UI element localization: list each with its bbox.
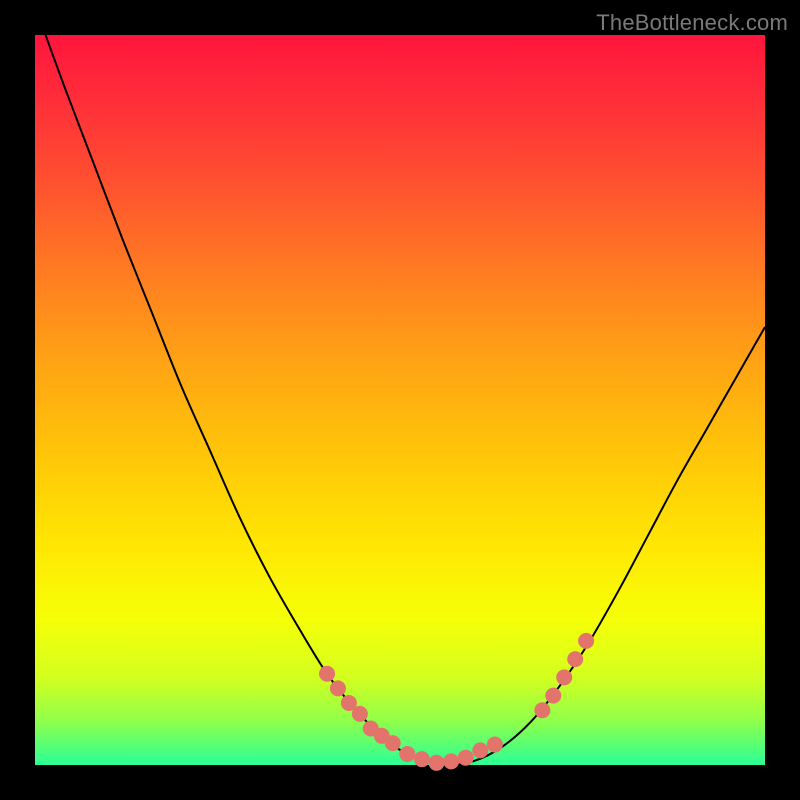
marker-left-cluster <box>385 735 401 751</box>
marker-right-cluster <box>567 651 583 667</box>
watermark-text: TheBottleneck.com <box>596 10 788 36</box>
marker-left-cluster <box>330 680 346 696</box>
marker-bottom-cluster <box>443 753 459 769</box>
marker-left-cluster <box>319 666 335 682</box>
data-markers <box>319 633 594 771</box>
marker-bottom-cluster <box>487 737 503 753</box>
chart-overlay-svg <box>35 35 765 765</box>
marker-left-cluster <box>352 706 368 722</box>
marker-right-cluster <box>534 702 550 718</box>
marker-bottom-cluster <box>472 742 488 758</box>
chart-container <box>35 35 765 765</box>
marker-right-cluster <box>578 633 594 649</box>
bottleneck-curve <box>35 6 765 765</box>
marker-right-cluster <box>545 688 561 704</box>
marker-bottom-cluster <box>458 750 474 766</box>
marker-bottom-cluster <box>414 751 430 767</box>
marker-right-cluster <box>556 669 572 685</box>
marker-bottom-cluster <box>399 746 415 762</box>
marker-bottom-cluster <box>429 755 445 771</box>
